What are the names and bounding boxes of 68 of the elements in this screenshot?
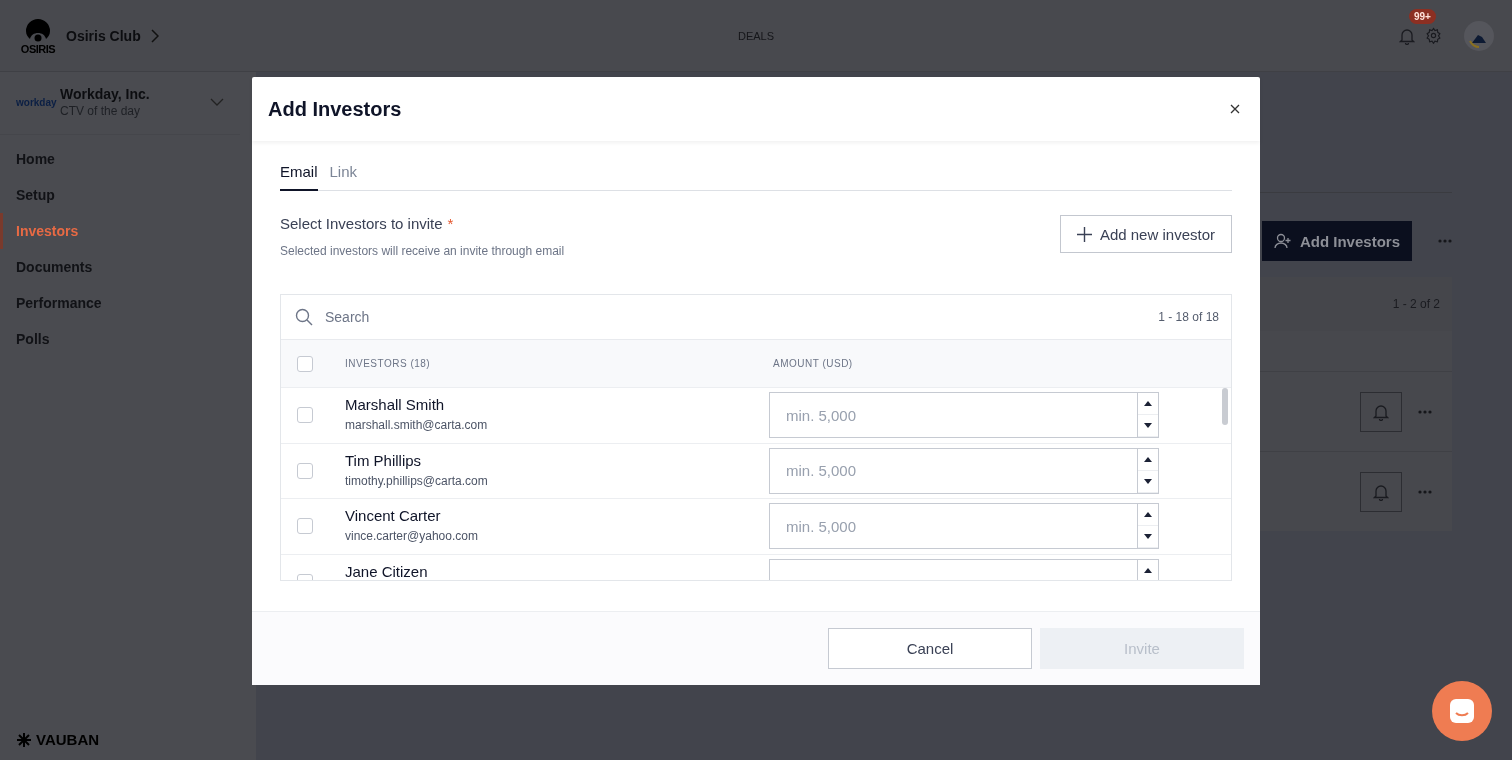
nav-item[interactable]: Documents: [0, 249, 256, 285]
asterisk-icon: [16, 731, 32, 748]
helper-text: Selected investors will receive an invite through email: [280, 244, 565, 258]
column-header: INVESTORS (18): [345, 358, 432, 369]
select-all-checkbox[interactable]: [297, 355, 313, 372]
add-investors-button[interactable]: Add Investors: [1261, 221, 1412, 261]
chevron-right-icon[interactable]: [150, 28, 159, 43]
notify-button[interactable]: [1360, 391, 1402, 432]
nav-item[interactable]: Performance: [0, 285, 256, 321]
notify-button[interactable]: [1360, 471, 1402, 512]
brand-name: OSIRIS: [20, 42, 56, 55]
amount-field[interactable]: min. 5,000: [769, 447, 1137, 494]
investor-email: vince.carter@yahoo.com: [345, 529, 479, 543]
tab[interactable]: Email: [280, 161, 318, 191]
dialog-title: Add Investors: [268, 97, 402, 121]
number-stepper[interactable]: [1137, 447, 1159, 494]
row-checkbox[interactable]: [297, 518, 313, 534]
investor-name: Marshall Smith: [345, 396, 446, 413]
tab[interactable]: Link: [329, 161, 358, 191]
investor-name: Vincent Carter: [345, 507, 442, 524]
bell-icon: [1373, 482, 1389, 501]
settings-icon[interactable]: [1425, 27, 1442, 44]
add-new-investor-button[interactable]: Add new investor: [1059, 215, 1232, 253]
brand-logo-icon: [25, 16, 51, 43]
notification-badge: 99+: [1409, 8, 1436, 24]
decrement-icon[interactable]: [1144, 478, 1152, 484]
close-icon: [1230, 104, 1240, 114]
column-header: AMOUNT (USD): [772, 358, 854, 369]
search-icon: [295, 308, 313, 326]
investor-email: marshall.smith@carta.com: [345, 418, 489, 432]
plus-icon: [1076, 226, 1092, 242]
scrollbar-thumb[interactable]: [1222, 388, 1228, 425]
amount-field[interactable]: min. 5,000: [769, 392, 1137, 438]
increment-icon[interactable]: [1144, 456, 1152, 462]
more-icon[interactable]: [1418, 409, 1432, 414]
organization-name[interactable]: Osiris Club: [66, 27, 141, 44]
chat-icon: [1449, 698, 1475, 724]
decrement-icon[interactable]: [1144, 534, 1152, 539]
investor-name: Tim Phillips: [345, 451, 423, 469]
cancel-button[interactable]: Cancel: [828, 628, 1032, 669]
result-count: 1 - 18 of 18: [1158, 310, 1219, 324]
amount-field[interactable]: min. 5,000: [769, 503, 1137, 549]
increment-icon[interactable]: [1144, 567, 1152, 573]
row-checkbox[interactable]: [297, 462, 313, 479]
nav-item[interactable]: Home: [0, 141, 256, 177]
more-icon[interactable]: [1418, 489, 1432, 494]
investor-email: timothy.phillips@carta.com: [345, 473, 489, 488]
add-user-icon: [1273, 233, 1292, 249]
investor-name: Jane Citizen: [345, 562, 429, 580]
company-logo: workday: [16, 96, 58, 108]
notifications-icon[interactable]: [1399, 26, 1415, 45]
bell-icon: [1373, 402, 1389, 421]
nav-item[interactable]: Setup: [0, 177, 256, 213]
row-checkbox[interactable]: [297, 407, 313, 423]
increment-icon[interactable]: [1144, 512, 1152, 517]
footer-brand: VAUBAN: [36, 731, 100, 748]
chat-launcher-button[interactable]: [1432, 681, 1492, 741]
user-avatar[interactable]: [1464, 20, 1494, 51]
decrement-icon[interactable]: [1144, 423, 1152, 428]
company-name: Workday, Inc.: [60, 86, 151, 102]
required-mark: *: [447, 215, 454, 232]
more-icon[interactable]: [1438, 239, 1452, 243]
increment-icon[interactable]: [1144, 401, 1152, 406]
number-stepper[interactable]: [1137, 503, 1159, 549]
chevron-down-icon[interactable]: [210, 98, 224, 106]
nav-item[interactable]: Polls: [0, 321, 256, 357]
number-stepper[interactable]: [1137, 392, 1159, 438]
field-label: Select Investors to invite: [280, 215, 443, 232]
